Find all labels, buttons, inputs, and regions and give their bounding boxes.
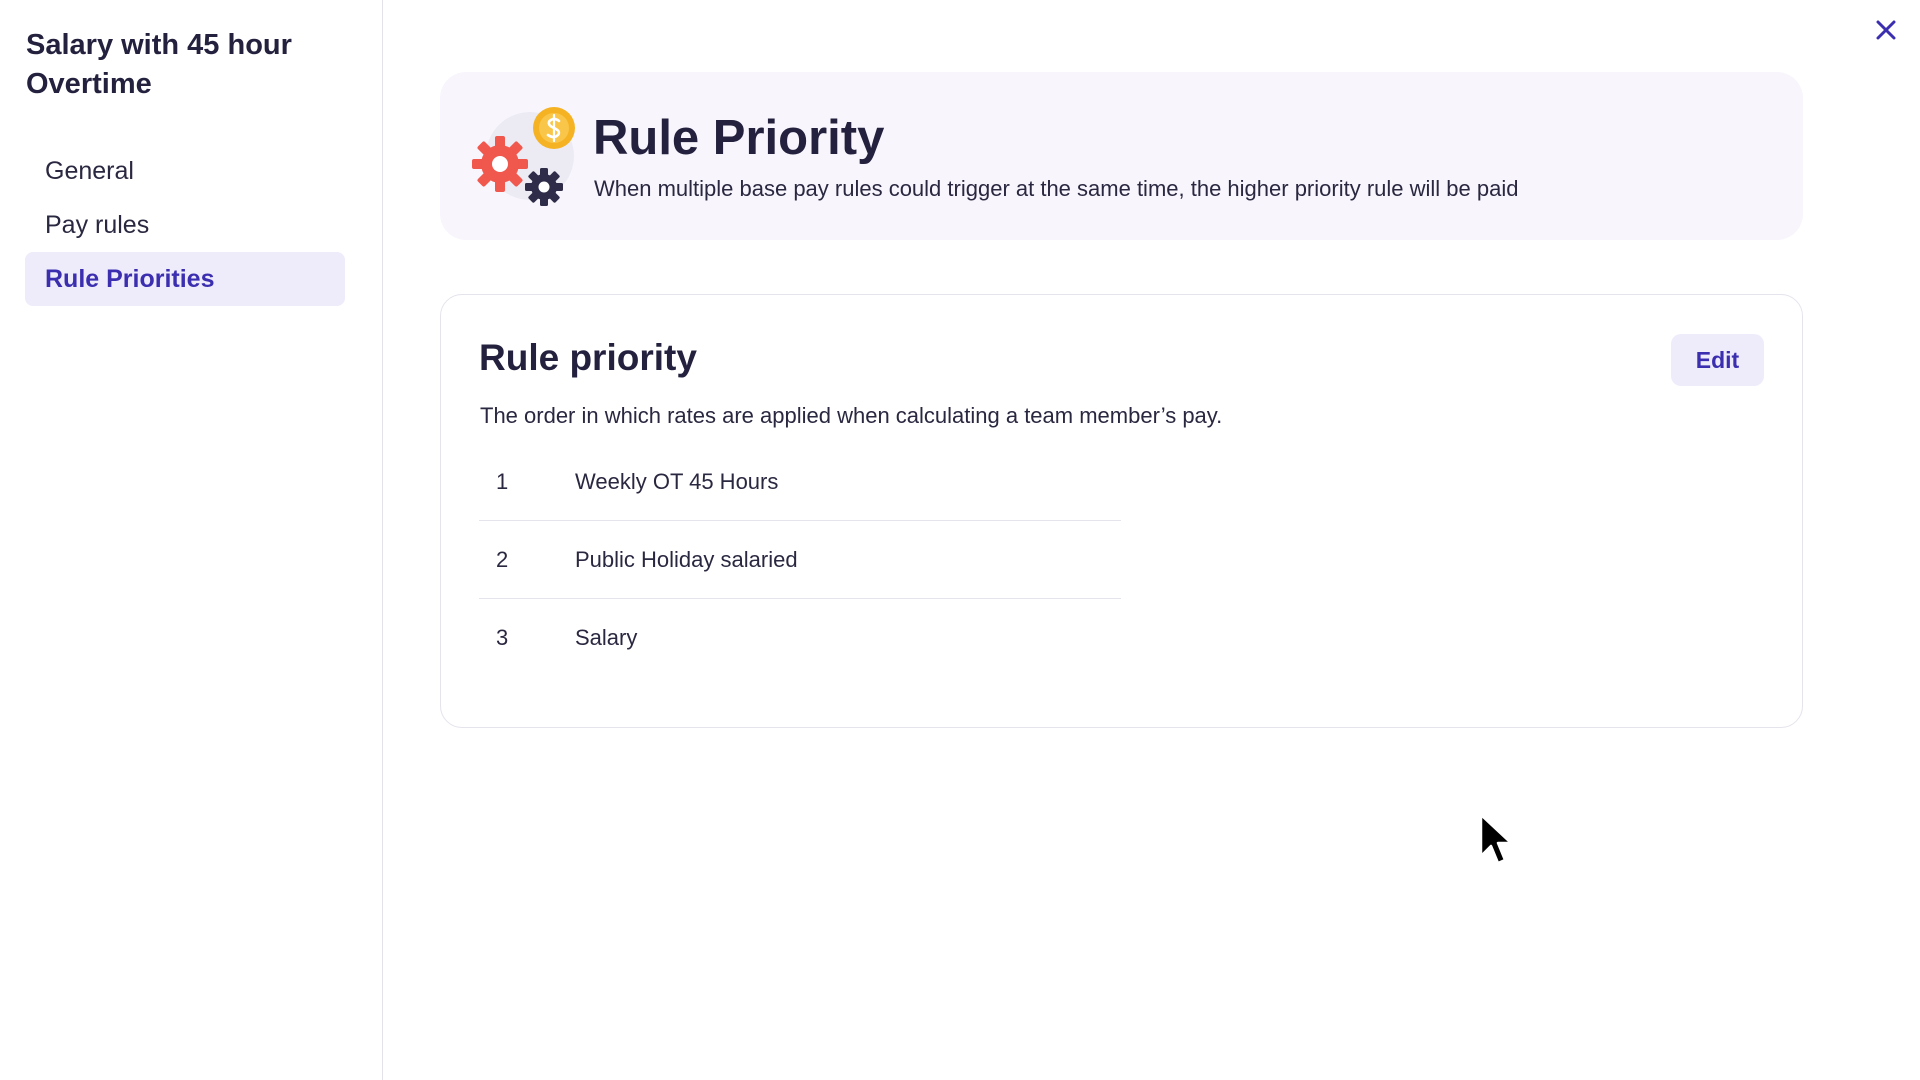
list-item: 3 Salary — [479, 599, 1121, 676]
sidebar-item-label: Rule Priorities — [45, 264, 215, 293]
priority-rule-name: Weekly OT 45 Hours — [575, 468, 779, 494]
close-icon — [1876, 20, 1896, 40]
sidebar-item-general[interactable]: General — [25, 144, 345, 198]
sidebar-item-pay-rules[interactable]: Pay rules — [25, 198, 345, 252]
edit-button[interactable]: Edit — [1671, 334, 1764, 386]
list-item: 2 Public Holiday salaried — [479, 521, 1121, 599]
mouse-pointer-icon — [1479, 813, 1513, 865]
card-description: The order in which rates are applied whe… — [480, 403, 1223, 428]
priority-rule-name: Salary — [575, 624, 638, 650]
sidebar: Salary with 45 hour Overtime General Pay… — [0, 0, 383, 1080]
card-title: Rule priority — [479, 337, 697, 378]
rule-priority-banner: Rule Priority When multiple base pay rul… — [440, 72, 1803, 240]
close-button[interactable] — [1868, 12, 1904, 48]
list-item: 1 Weekly OT 45 Hours — [479, 443, 1121, 521]
priority-rank: 1 — [496, 468, 509, 494]
sidebar-title: Salary with 45 hour Overtime — [26, 29, 292, 100]
priority-list: 1 Weekly OT 45 Hours 2 Public Holiday sa… — [479, 443, 1121, 676]
priority-rank: 2 — [496, 546, 509, 572]
priority-rank: 3 — [496, 624, 509, 650]
rule-priority-card: Rule priority Edit The order in which ra… — [440, 294, 1803, 728]
gears-coin-illustration — [472, 107, 575, 206]
sidebar-item-label: General — [45, 156, 134, 185]
sidebar-item-rule-priorities[interactable]: Rule Priorities — [25, 252, 345, 306]
banner-title: Rule Priority — [593, 111, 885, 165]
sidebar-item-label: Pay rules — [45, 210, 150, 239]
priority-rule-name: Public Holiday salaried — [575, 546, 798, 572]
banner-description: When multiple base pay rules could trigg… — [594, 176, 1519, 201]
